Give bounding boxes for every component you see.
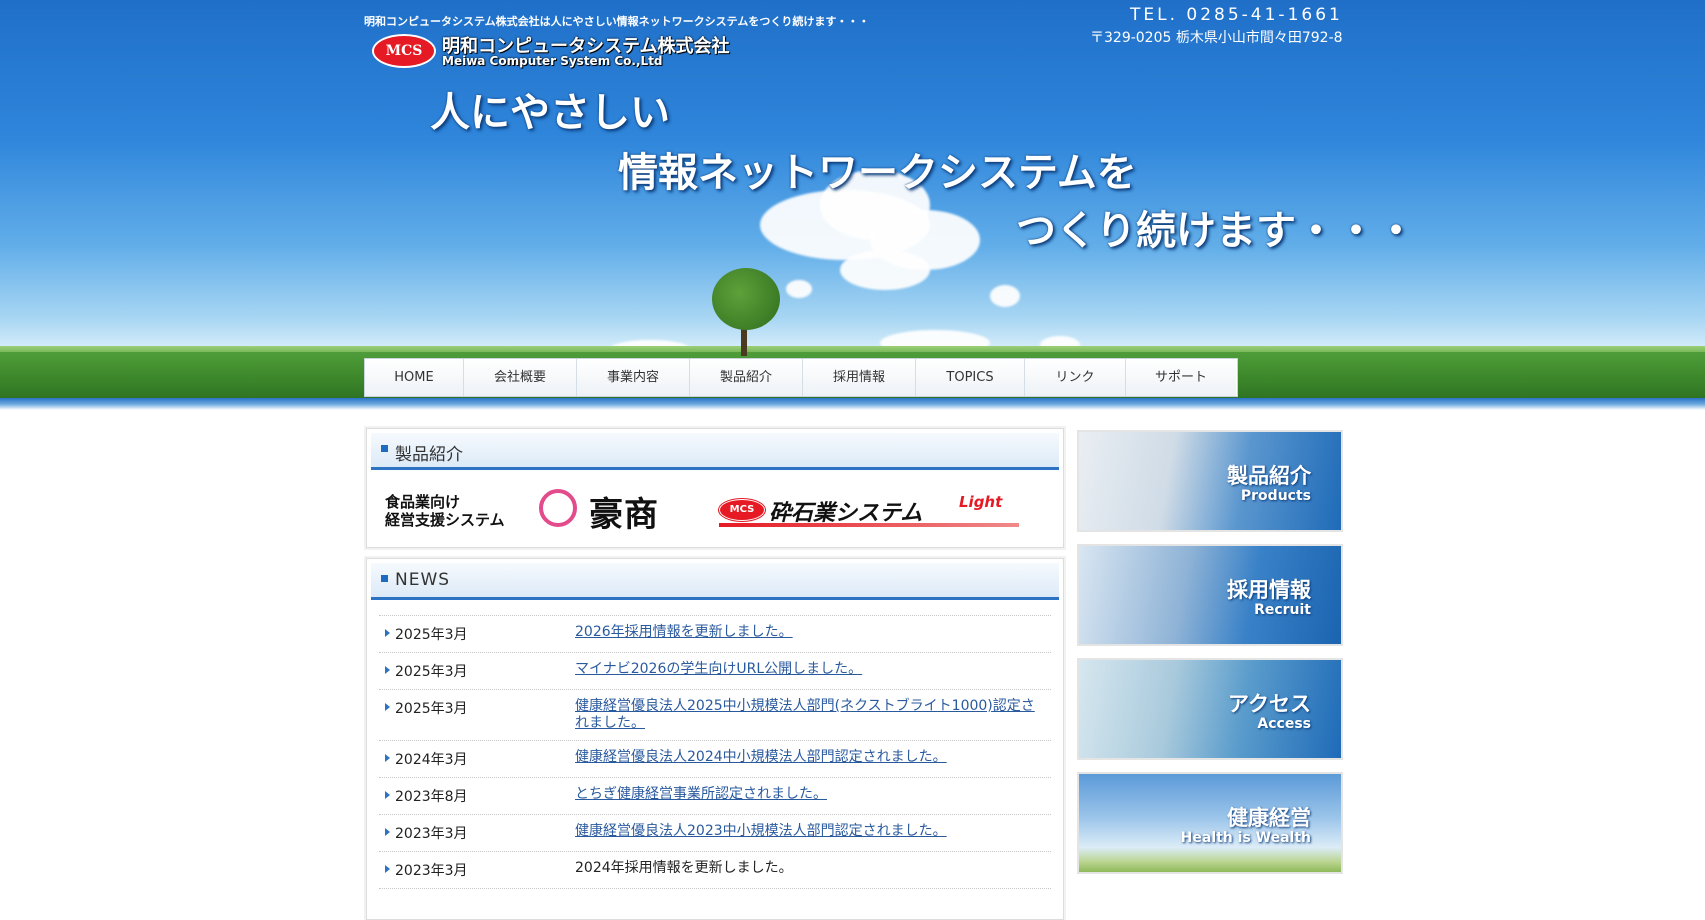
news-link[interactable]: とちぎ健康経営事業所認定されました。: [575, 786, 1035, 803]
banner-recruit-en: Recruit: [1254, 602, 1311, 618]
news-date: 2025年3月: [395, 664, 468, 680]
banner-access-en: Access: [1257, 716, 1311, 732]
heading-square-icon: [381, 445, 388, 452]
news-link[interactable]: 健康経営優良法人2024中小規模法人部門認定されました。: [575, 749, 1035, 766]
news-heading: NEWS: [395, 570, 451, 590]
gousho-product-link[interactable]: 豪商: [589, 487, 659, 536]
arrow-right-icon: [385, 865, 390, 873]
news-heading-bar: NEWS: [371, 563, 1059, 600]
news-item: [379, 888, 1051, 905]
arrow-right-icon: [385, 828, 390, 836]
banner-products-en: Products: [1240, 488, 1311, 504]
banner-recruit[interactable]: 採用情報 Recruit: [1077, 544, 1343, 646]
news-link[interactable]: 健康経営優良法人2023中小規模法人部門認定されました。: [575, 823, 1035, 840]
news-panel: NEWS 2025年3月 2026年採用情報を更新しました。 2025年3月 マ…: [366, 558, 1064, 920]
hero-banner: 明和コンピュータシステム株式会社は人にやさしい情報ネットワークシステムをつくり続…: [0, 0, 1705, 398]
news-link[interactable]: 2026年採用情報を更新しました。: [575, 624, 1035, 641]
news-date: 2024年3月: [395, 752, 468, 768]
heading-square-icon: [381, 575, 388, 582]
arrow-right-icon: [385, 703, 390, 711]
news-text: 2024年採用情報を更新しました。: [575, 860, 793, 876]
main-nav: HOME 会社概要 事業内容 製品紹介 採用情報 TOPICS リンク サポート: [364, 358, 1238, 397]
company-name-en: Meiwa Computer System Co.,Ltd: [442, 54, 663, 68]
header-divider: [0, 398, 1705, 410]
hero-slogan-line2: 情報ネットワークシステムを: [618, 149, 1137, 196]
hero-slogan-line1: 人にやさしい: [430, 89, 670, 136]
news-link[interactable]: マイナビ2026の学生向けURL公開しました。: [575, 661, 1035, 678]
nav-topics[interactable]: TOPICS: [916, 359, 1025, 396]
saiseki-light-label: Light: [959, 493, 1003, 511]
arrow-right-icon: [385, 791, 390, 799]
news-date: 2025年3月: [395, 627, 468, 643]
products-heading: 製品紹介: [395, 445, 463, 465]
news-item: 2023年3月 健康経営優良法人2023中小規模法人部門認定されました。: [379, 814, 1051, 851]
saiseki-product-link[interactable]: MCS 砕石業システム Light: [719, 493, 1019, 529]
news-date: 2023年3月: [395, 863, 468, 879]
banner-access[interactable]: アクセス Access: [1077, 658, 1343, 760]
postal-address: 〒329-0205 栃木県小山市間々田792-8: [1090, 30, 1343, 46]
header-tagline: 明和コンピュータシステム株式会社は人にやさしい情報ネットワークシステムをつくり続…: [364, 15, 870, 28]
banner-recruit-jp: 採用情報: [1227, 578, 1311, 602]
news-item: 2025年3月 2026年採用情報を更新しました。: [379, 615, 1051, 652]
news-date: 2023年3月: [395, 826, 468, 842]
hero-slogan-line3: つくり続けます・・・: [1016, 207, 1416, 254]
banner-health[interactable]: 健康経営 Health is Wealth: [1077, 772, 1343, 874]
cloud: [990, 285, 1020, 307]
news-date: 2023年8月: [395, 789, 468, 805]
saiseki-underline: [719, 523, 1019, 527]
nav-home[interactable]: HOME: [365, 359, 464, 396]
phone-number: TEL. 0285-41-1661: [1130, 5, 1343, 25]
banner-access-jp: アクセス: [1228, 692, 1311, 716]
products-heading-bar: 製品紹介: [371, 433, 1059, 470]
arrow-right-icon: [385, 629, 390, 637]
nav-company[interactable]: 会社概要: [464, 359, 577, 396]
saiseki-mcs-mark: MCS: [719, 499, 765, 521]
banner-products-jp: 製品紹介: [1227, 464, 1311, 488]
arrow-right-icon: [385, 754, 390, 762]
cloud: [840, 250, 930, 290]
gousho-logo-icon[interactable]: [539, 489, 577, 527]
banner-health-en: Health is Wealth: [1180, 830, 1311, 846]
banner-products[interactable]: 製品紹介 Products: [1077, 430, 1343, 532]
news-date: 2025年3月: [395, 701, 468, 717]
news-list: 2025年3月 2026年採用情報を更新しました。 2025年3月 マイナビ20…: [379, 615, 1051, 905]
nav-products[interactable]: 製品紹介: [690, 359, 803, 396]
banner-health-jp: 健康経営: [1227, 806, 1311, 830]
news-item: 2025年3月 健康経営優良法人2025中小規模法人部門(ネクストブライト100…: [379, 689, 1051, 740]
food-system-line1: 食品業向け: [385, 493, 461, 511]
nav-business[interactable]: 事業内容: [577, 359, 690, 396]
food-system-line2: 経営支援システム: [385, 511, 505, 529]
nav-recruit[interactable]: 採用情報: [803, 359, 916, 396]
cloud: [786, 280, 812, 298]
arrow-right-icon: [385, 666, 390, 674]
news-item: 2023年8月 とちぎ健康経営事業所認定されました。: [379, 777, 1051, 814]
tree-icon: [712, 268, 780, 330]
products-panel: 製品紹介 食品業向け 経営支援システム 豪商 MCS 砕石業システム Light: [366, 428, 1064, 548]
news-link[interactable]: 健康経営優良法人2025中小規模法人部門(ネクストブライト1000)認定されまし…: [575, 698, 1035, 732]
food-system-label[interactable]: 食品業向け 経営支援システム: [385, 493, 505, 529]
mcs-logo-mark: MCS: [372, 34, 436, 68]
news-item: 2024年3月 健康経営優良法人2024中小規模法人部門認定されました。: [379, 740, 1051, 777]
news-item: 2023年3月 2024年採用情報を更新しました。: [379, 851, 1051, 888]
news-item: 2025年3月 マイナビ2026の学生向けURL公開しました。: [379, 652, 1051, 689]
nav-links[interactable]: リンク: [1025, 359, 1126, 396]
nav-support[interactable]: サポート: [1126, 359, 1236, 396]
